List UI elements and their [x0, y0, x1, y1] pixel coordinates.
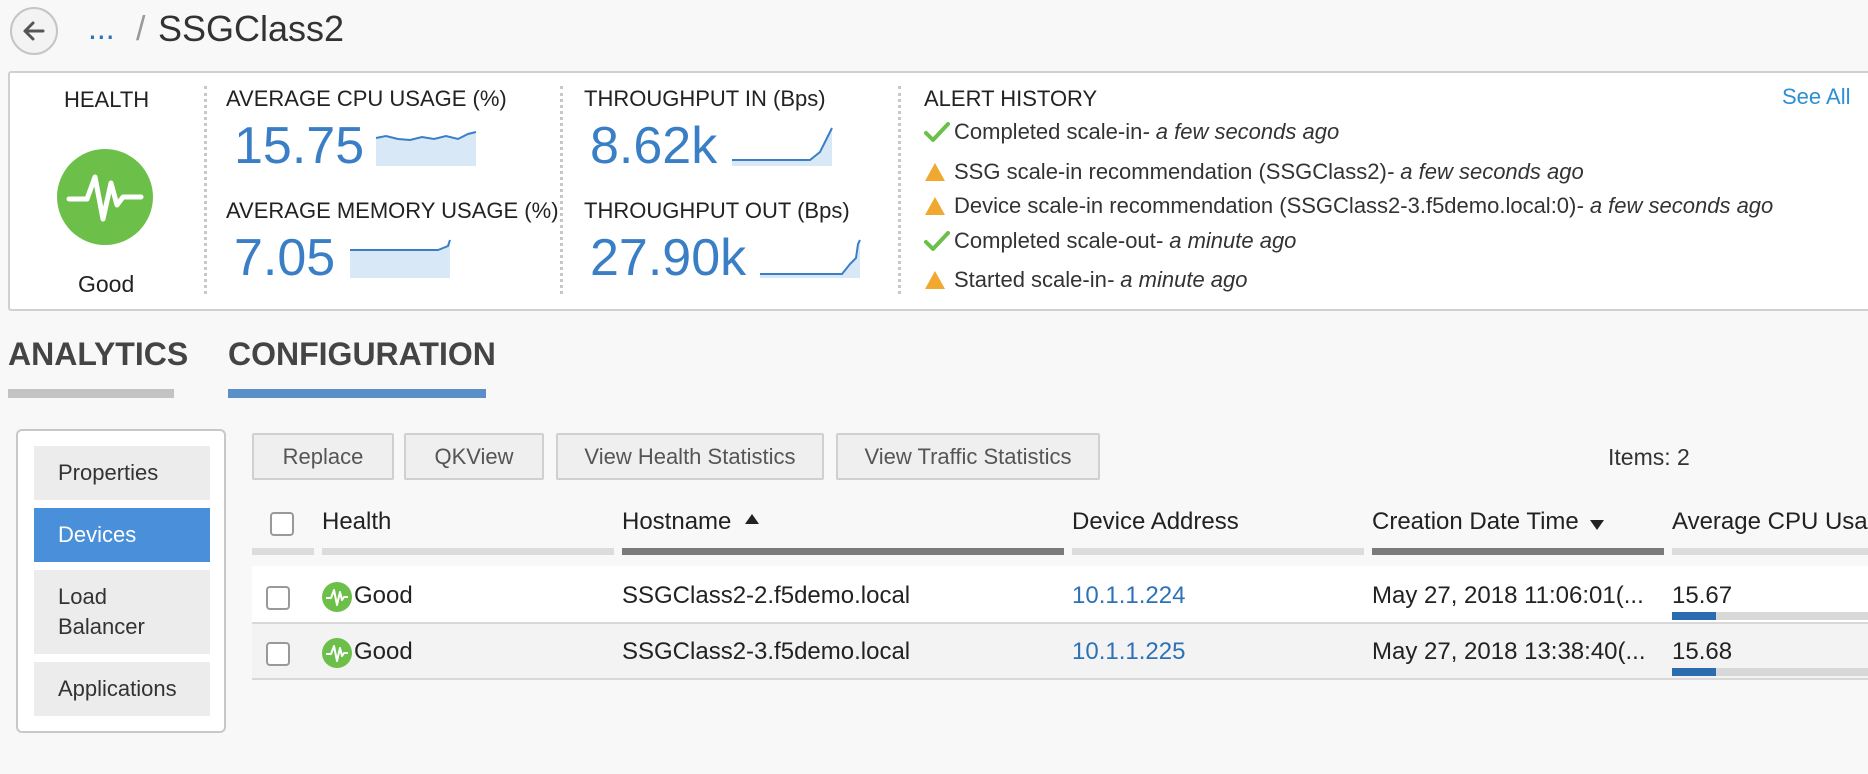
tab-configuration-underline	[228, 389, 486, 398]
cpu-usage-label: AVERAGE CPU USAGE (%)	[226, 86, 507, 111]
throughput-in-value: 8.62k	[590, 117, 718, 175]
warning-icon	[924, 196, 950, 216]
view-health-statistics-button[interactable]: View Health Statistics	[556, 433, 824, 480]
replace-button[interactable]: Replace	[252, 433, 394, 480]
arrow-left-icon	[23, 21, 45, 41]
alert-time: - a minute ago	[1106, 267, 1248, 292]
divider	[898, 86, 901, 294]
column-bar	[622, 548, 1064, 555]
breadcrumb-separator: /	[136, 10, 146, 48]
column-header-average-cpu[interactable]: Average CPU Usage	[1672, 508, 1868, 536]
alert-item: Completed scale-in - a few seconds ago	[924, 119, 1339, 145]
row-device-address-link[interactable]: 10.1.1.225	[1072, 638, 1185, 666]
divider	[204, 86, 207, 294]
row-hostname: SSGClass2-3.f5demo.local	[622, 638, 911, 665]
column-header-health[interactable]: Health	[322, 508, 391, 536]
row-creation-date: May 27, 2018 11:06:01(...	[1372, 582, 1644, 609]
row-checkbox[interactable]	[266, 642, 290, 666]
row-health-status: Good	[354, 638, 413, 665]
column-bar	[322, 548, 614, 555]
tab-configuration[interactable]: CONFIGURATION	[228, 336, 496, 373]
items-count: Items: 2	[1608, 444, 1690, 470]
alert-text: Completed scale-in	[954, 119, 1143, 144]
warning-icon	[924, 270, 950, 290]
cpu-usage-bar-fill	[1672, 612, 1716, 620]
alert-history-title: ALERT HISTORY	[924, 86, 1098, 111]
cpu-usage-value: 15.75	[234, 117, 365, 175]
throughput-out-label: THROUGHPUT OUT (Bps)	[584, 198, 850, 223]
alert-text: Completed scale-out	[954, 228, 1156, 253]
row-hostname: SSGClass2-2.f5demo.local	[622, 582, 911, 609]
alert-time: - a few seconds ago	[1142, 119, 1340, 144]
sort-ascending-icon	[745, 514, 760, 524]
sidebar-item-applications[interactable]: Applications	[34, 662, 210, 716]
alert-text: Started scale-in	[954, 267, 1107, 292]
divider	[560, 86, 563, 294]
column-header-hostname[interactable]: Hostname	[622, 508, 760, 536]
throughput-out-value: 27.90k	[590, 229, 747, 287]
tab-analytics-underline	[8, 389, 174, 398]
memory-usage-value: 7.05	[234, 229, 336, 287]
page-title: SSGClass2	[158, 8, 345, 49]
tab-analytics[interactable]: ANALYTICS	[8, 336, 188, 373]
column-header-label: Creation Date Time	[1372, 508, 1579, 535]
alert-time: - a minute ago	[1155, 228, 1297, 253]
sidebar-item-label: Applications	[58, 676, 177, 701]
row-device-address-link[interactable]: 10.1.1.224	[1072, 582, 1185, 610]
health-icon	[57, 149, 153, 250]
memory-usage-label: AVERAGE MEMORY USAGE (%)	[226, 198, 559, 223]
column-bar	[1372, 548, 1664, 555]
check-icon	[924, 230, 950, 252]
sidebar-item-devices[interactable]: Devices	[34, 508, 210, 562]
cpu-usage-bar	[1672, 668, 1868, 676]
sort-descending-icon	[1590, 520, 1605, 530]
cpu-usage-bar	[1672, 612, 1868, 620]
qkview-button[interactable]: QKView	[404, 433, 544, 480]
alert-item: SSG scale-in recommendation (SSGClass2) …	[924, 159, 1584, 185]
sidebar-item-label: Properties	[58, 460, 159, 485]
memory-sparkline	[348, 238, 452, 283]
check-icon	[924, 121, 950, 143]
column-bar	[252, 548, 314, 555]
alert-item: Completed scale-out - a minute ago	[924, 228, 1296, 254]
sidebar-item-label: Devices	[58, 522, 137, 547]
sidebar-item-properties[interactable]: Properties	[34, 446, 210, 500]
health-status: Good	[78, 271, 135, 297]
sidebar-item-load-balancer[interactable]: Load Balancer	[34, 570, 210, 654]
health-good-icon	[322, 638, 352, 673]
column-header-device-address[interactable]: Device Address	[1072, 508, 1239, 536]
cpu-sparkline	[374, 124, 478, 171]
column-bar	[1072, 548, 1364, 555]
see-all-link[interactable]: See All	[1782, 84, 1851, 110]
column-header-creation-date[interactable]: Creation Date Time	[1372, 508, 1605, 536]
back-button[interactable]	[10, 7, 58, 55]
column-bar	[1672, 548, 1868, 555]
throughput-in-label: THROUGHPUT IN (Bps)	[584, 86, 826, 111]
throughput-in-sparkline	[730, 124, 834, 171]
row-health-status: Good	[354, 582, 413, 609]
row-creation-date: May 27, 2018 13:38:40(...	[1372, 638, 1646, 665]
alert-item: Device scale-in recommendation (SSGClass…	[924, 193, 1773, 219]
row-checkbox[interactable]	[266, 586, 290, 610]
row-cpu-value: 15.67	[1672, 582, 1733, 609]
health-good-icon	[322, 582, 352, 617]
warning-icon	[924, 162, 950, 182]
alert-time: - a few seconds ago	[1386, 159, 1584, 184]
view-traffic-statistics-button[interactable]: View Traffic Statistics	[836, 433, 1100, 480]
cpu-usage-bar-fill	[1672, 668, 1716, 676]
alert-text: Device scale-in recommendation (SSGClass…	[954, 193, 1577, 218]
breadcrumb-ellipsis[interactable]: ...	[88, 10, 115, 47]
row-cpu-value: 15.68	[1672, 638, 1733, 665]
throughput-out-sparkline	[758, 238, 862, 283]
row-divider	[252, 678, 1868, 680]
select-all-checkbox[interactable]	[270, 512, 294, 536]
sidebar-item-label: Load	[58, 584, 107, 609]
column-header-label: Hostname	[622, 508, 732, 535]
sidebar-item-label: Balancer	[58, 614, 145, 639]
health-label: HEALTH	[64, 87, 150, 112]
alert-time: - a few seconds ago	[1576, 193, 1774, 218]
alert-item: Started scale-in - a minute ago	[924, 267, 1248, 293]
alert-text: SSG scale-in recommendation (SSGClass2)	[954, 159, 1387, 184]
